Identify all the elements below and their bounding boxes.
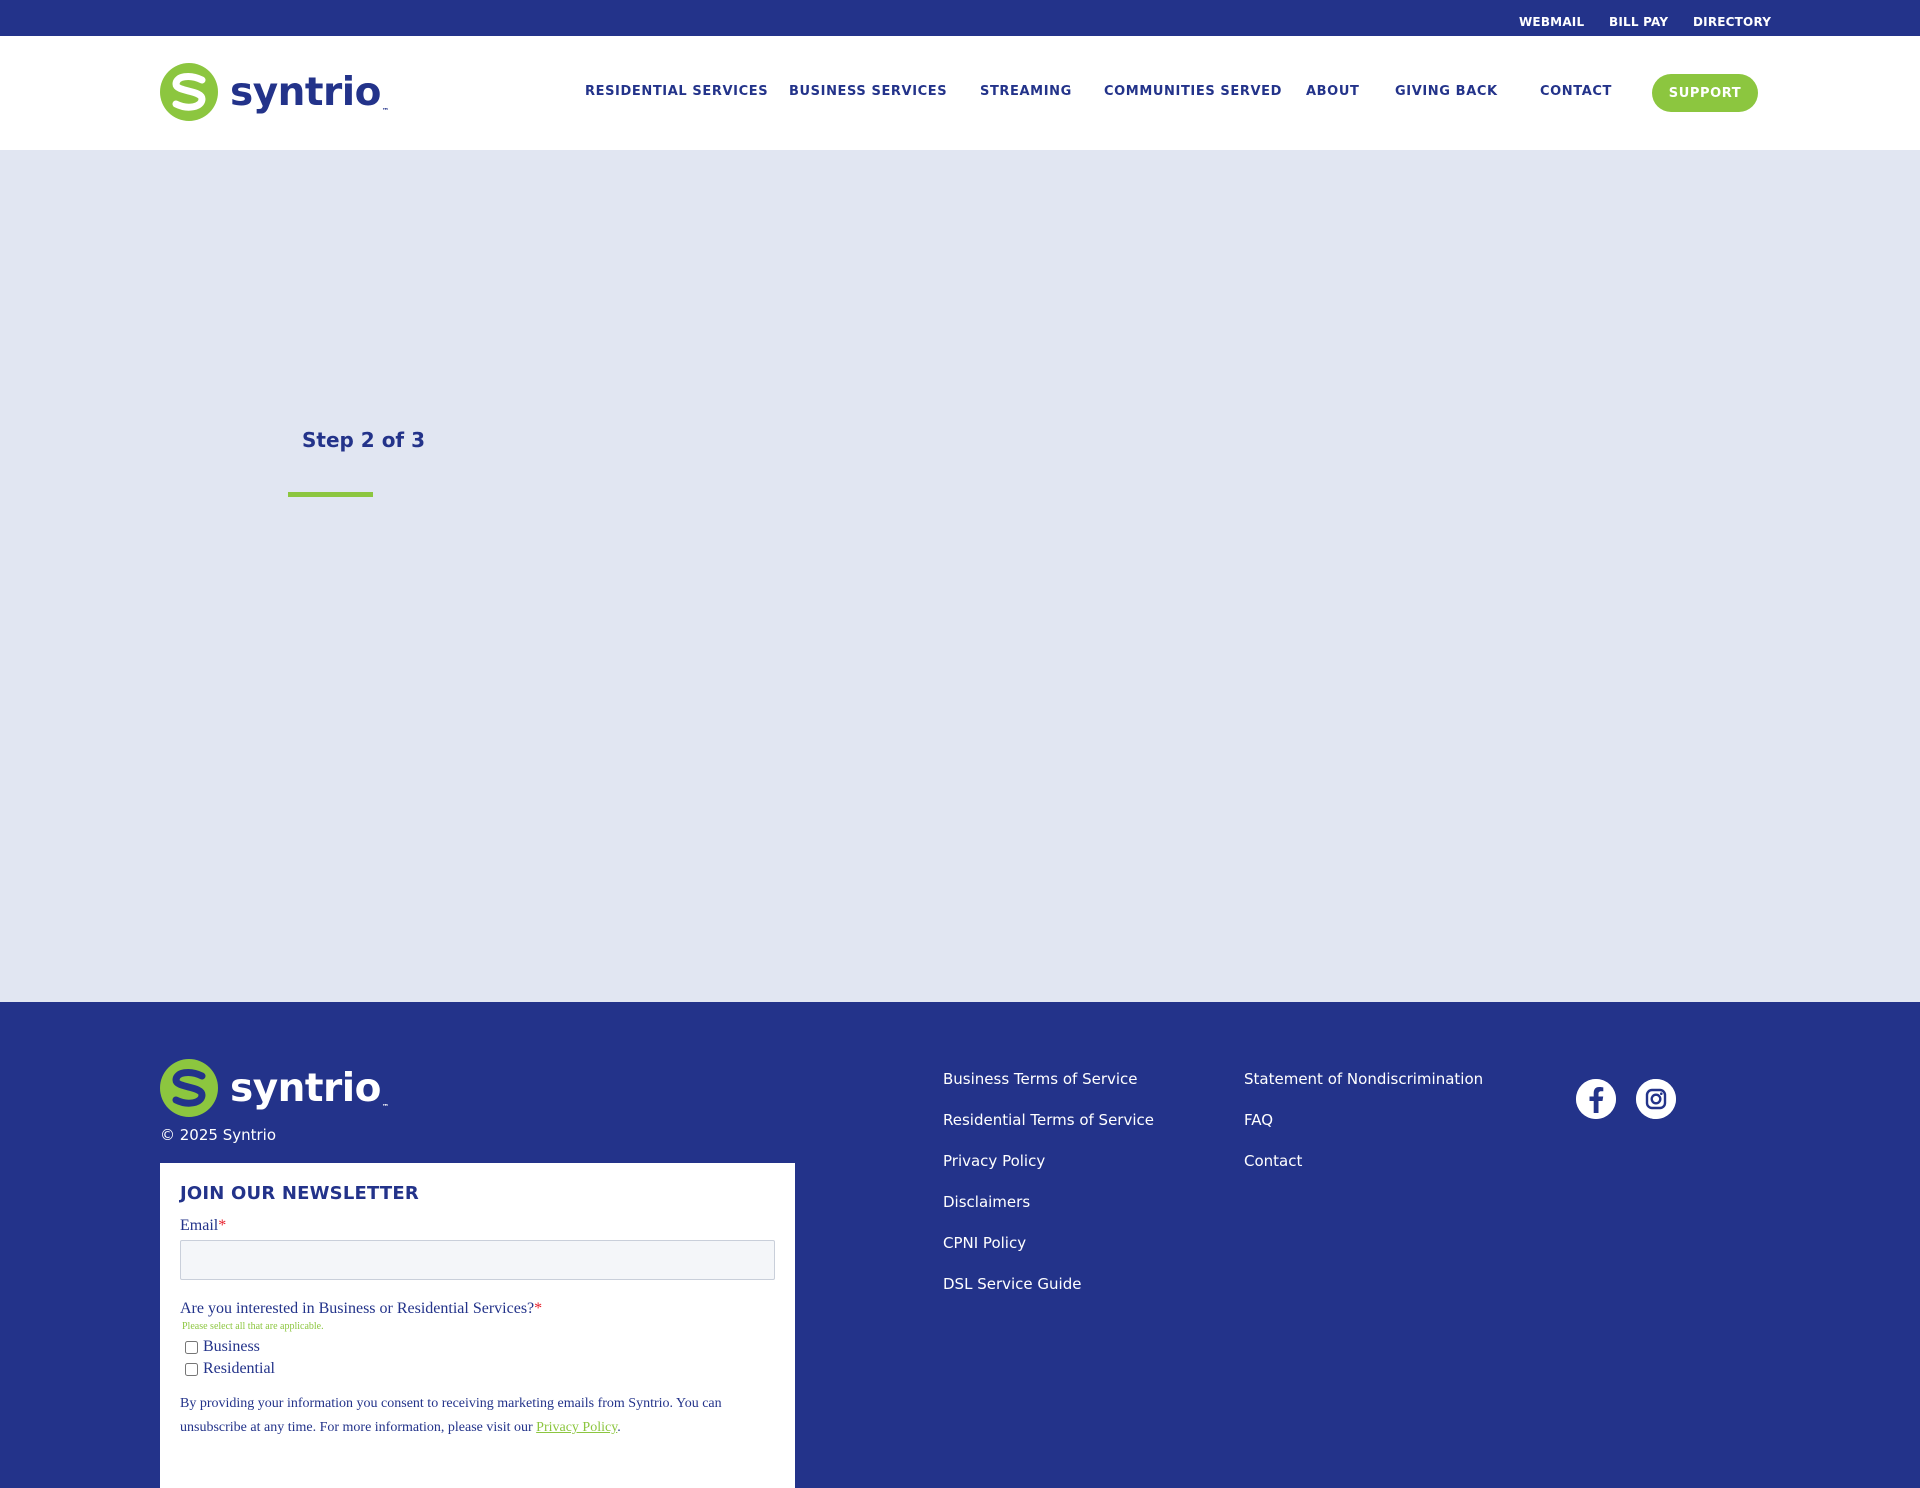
bill-pay-link[interactable]: BILL PAY (1609, 15, 1668, 29)
main-content: Step 2 of 3 (0, 150, 1920, 1002)
webmail-link[interactable]: WEBMAIL (1519, 15, 1584, 29)
footer-link-residential-terms[interactable]: Residential Terms of Service (943, 1111, 1154, 1129)
directory-link[interactable]: DIRECTORY (1693, 15, 1771, 29)
consent-text: By providing your information you consen… (180, 1396, 722, 1435)
step-indicator: Step 2 of 3 (302, 428, 426, 452)
copyright: © 2025 Syntrio (160, 1126, 277, 1144)
footer-link-nondiscrimination[interactable]: Statement of Nondiscrimination (1244, 1070, 1483, 1088)
service-interest-hint: Please select all that are applicable. (182, 1321, 324, 1332)
facebook-icon[interactable] (1576, 1079, 1616, 1119)
footer-link-faq[interactable]: FAQ (1244, 1111, 1273, 1129)
footer-link-cpni-policy[interactable]: CPNI Policy (943, 1234, 1026, 1252)
newsletter-title: JOIN OUR NEWSLETTER (180, 1183, 419, 1204)
logo-mark-icon (160, 1059, 218, 1117)
nav-giving-back[interactable]: GIVING BACK (1395, 84, 1498, 99)
logo-mark-icon (160, 63, 218, 121)
footer-link-privacy-policy[interactable]: Privacy Policy (943, 1152, 1045, 1170)
nav-residential-services[interactable]: RESIDENTIAL SERVICES (585, 84, 768, 99)
residential-checkbox[interactable] (185, 1362, 198, 1376)
nav-streaming[interactable]: STREAMING (980, 84, 1072, 99)
logo-wordmark: syntrio™ (230, 69, 389, 115)
support-button[interactable]: SUPPORT (1652, 74, 1758, 112)
residential-option[interactable]: Residential (185, 1360, 775, 1378)
business-checkbox[interactable] (185, 1340, 198, 1354)
footer-link-dsl-guide[interactable]: DSL Service Guide (943, 1275, 1081, 1293)
logo-wordmark: syntrio™ (230, 1065, 389, 1111)
utility-bar: WEBMAIL BILL PAY DIRECTORY (0, 0, 1920, 36)
footer-link-contact[interactable]: Contact (1244, 1152, 1302, 1170)
nav-communities-served[interactable]: COMMUNITIES SERVED (1104, 84, 1282, 99)
nav-contact[interactable]: CONTACT (1540, 84, 1612, 99)
email-field[interactable] (180, 1240, 775, 1280)
footer-logo[interactable]: syntrio™ (160, 1059, 389, 1117)
header-logo[interactable]: syntrio™ (160, 63, 389, 121)
business-option[interactable]: Business (185, 1338, 775, 1356)
service-interest-label: Are you interested in Business or Reside… (180, 1300, 543, 1317)
footer-link-disclaimers[interactable]: Disclaimers (943, 1193, 1030, 1211)
email-label: Email* (180, 1217, 227, 1234)
site-footer: syntrio™ © 2025 Syntrio Business Terms o… (0, 1002, 1920, 1488)
site-header: syntrio™ RESIDENTIAL SERVICES BUSINESS S… (0, 36, 1920, 150)
newsletter-form: JOIN OUR NEWSLETTER Email* Are you inter… (160, 1163, 795, 1488)
instagram-icon[interactable] (1636, 1079, 1676, 1119)
nav-business-services[interactable]: BUSINESS SERVICES (789, 84, 947, 99)
footer-link-business-terms[interactable]: Business Terms of Service (943, 1070, 1138, 1088)
nav-about[interactable]: ABOUT (1306, 84, 1359, 99)
consent-privacy-link[interactable]: Privacy Policy (536, 1420, 617, 1435)
step-progress-bar (288, 492, 373, 497)
